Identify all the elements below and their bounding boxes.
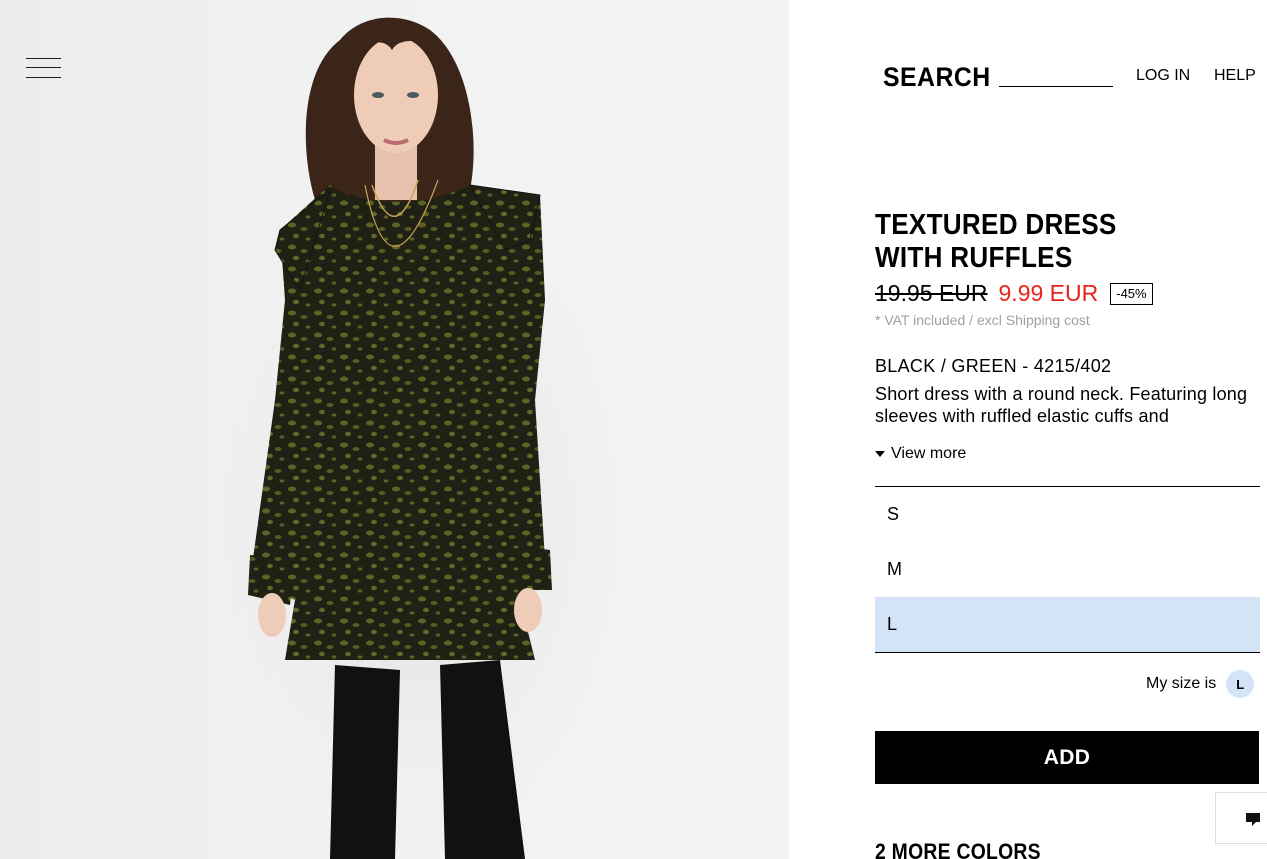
price-row: 19.95 EUR 9.99 EUR -45% [875,280,1153,307]
my-size-recommendation[interactable]: My size is L [1146,670,1255,698]
sale-price: 9.99 EUR [998,280,1099,306]
product-description: Short dress with a round neck. Featuring… [875,384,1248,426]
my-size-badge: L [1226,670,1255,698]
original-price: 19.95 EUR [875,280,988,306]
color-reference: BLACK / GREEN - 4215/402 [875,356,1112,376]
size-selector: S M L [875,486,1260,653]
size-option-l[interactable]: L [875,597,1260,652]
login-link[interactable]: LOG IN [1136,67,1190,85]
vat-note: * VAT included / excl Shipping cost [875,312,1090,328]
product-image [0,0,789,859]
size-option-s[interactable]: S [875,487,1260,542]
help-link[interactable]: HELP [1214,67,1256,85]
search-label[interactable]: SEARCH [883,62,991,93]
view-more-link[interactable]: View more [875,445,966,463]
view-more-label: View more [891,445,967,462]
menu-line [26,58,61,59]
model-illustration [190,17,650,859]
chat-button[interactable] [1215,792,1267,844]
size-option-m[interactable]: M [875,542,1260,597]
product-title: TEXTURED DRESS WITH RUFFLES [875,209,1117,274]
discount-badge: -45% [1110,282,1153,305]
add-to-cart-button[interactable]: ADD [875,731,1259,784]
caret-down-icon [875,451,885,457]
menu-icon[interactable] [26,57,62,81]
more-colors-heading[interactable]: 2 MORE COLORS [875,839,1041,859]
search-input[interactable] [999,64,1113,87]
my-size-label: My size is [1146,675,1217,692]
menu-line [26,67,61,68]
menu-line [26,77,61,78]
chat-icon [1246,813,1260,826]
